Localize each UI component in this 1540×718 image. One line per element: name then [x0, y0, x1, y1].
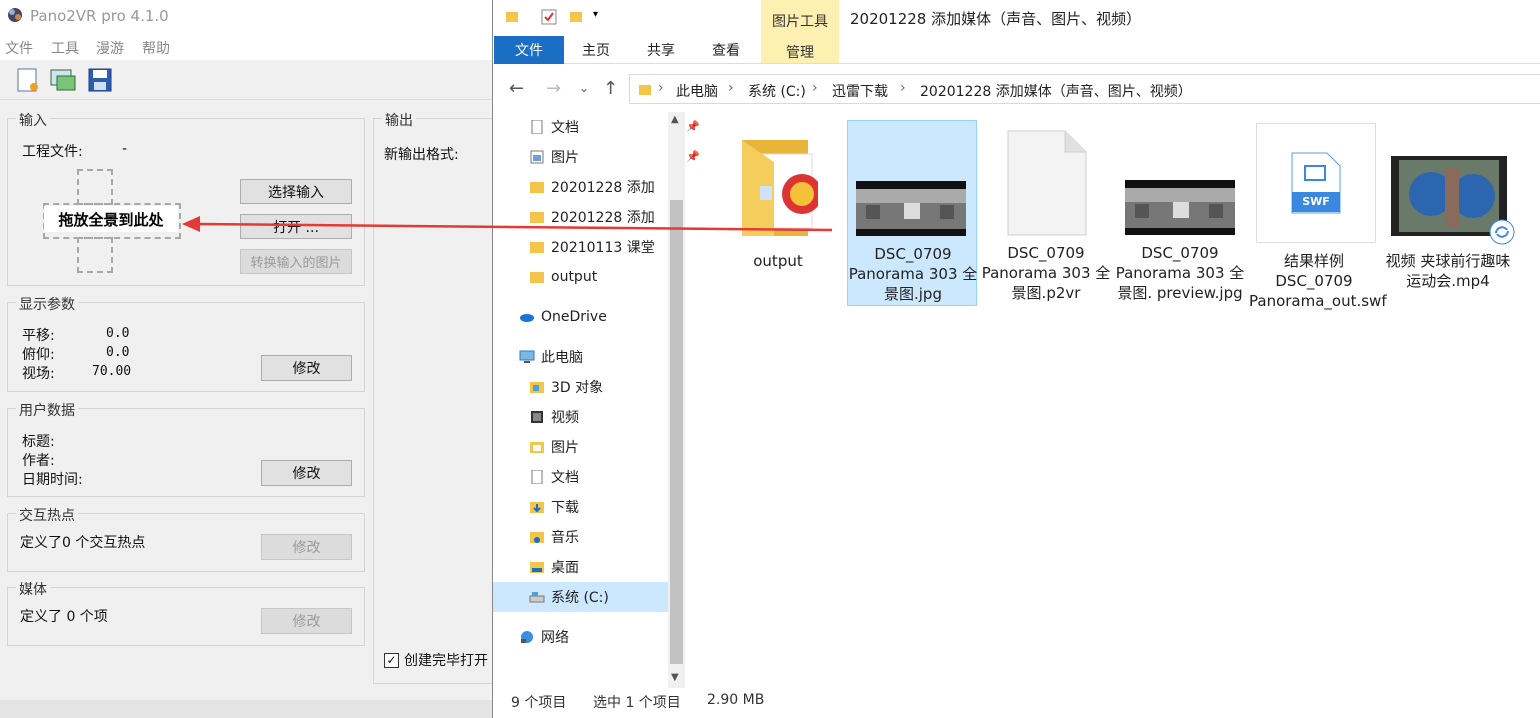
drag-arrow-head-icon [182, 216, 200, 232]
drag-arrow-line [195, 222, 833, 232]
drag-arrow-overlay [182, 216, 833, 232]
